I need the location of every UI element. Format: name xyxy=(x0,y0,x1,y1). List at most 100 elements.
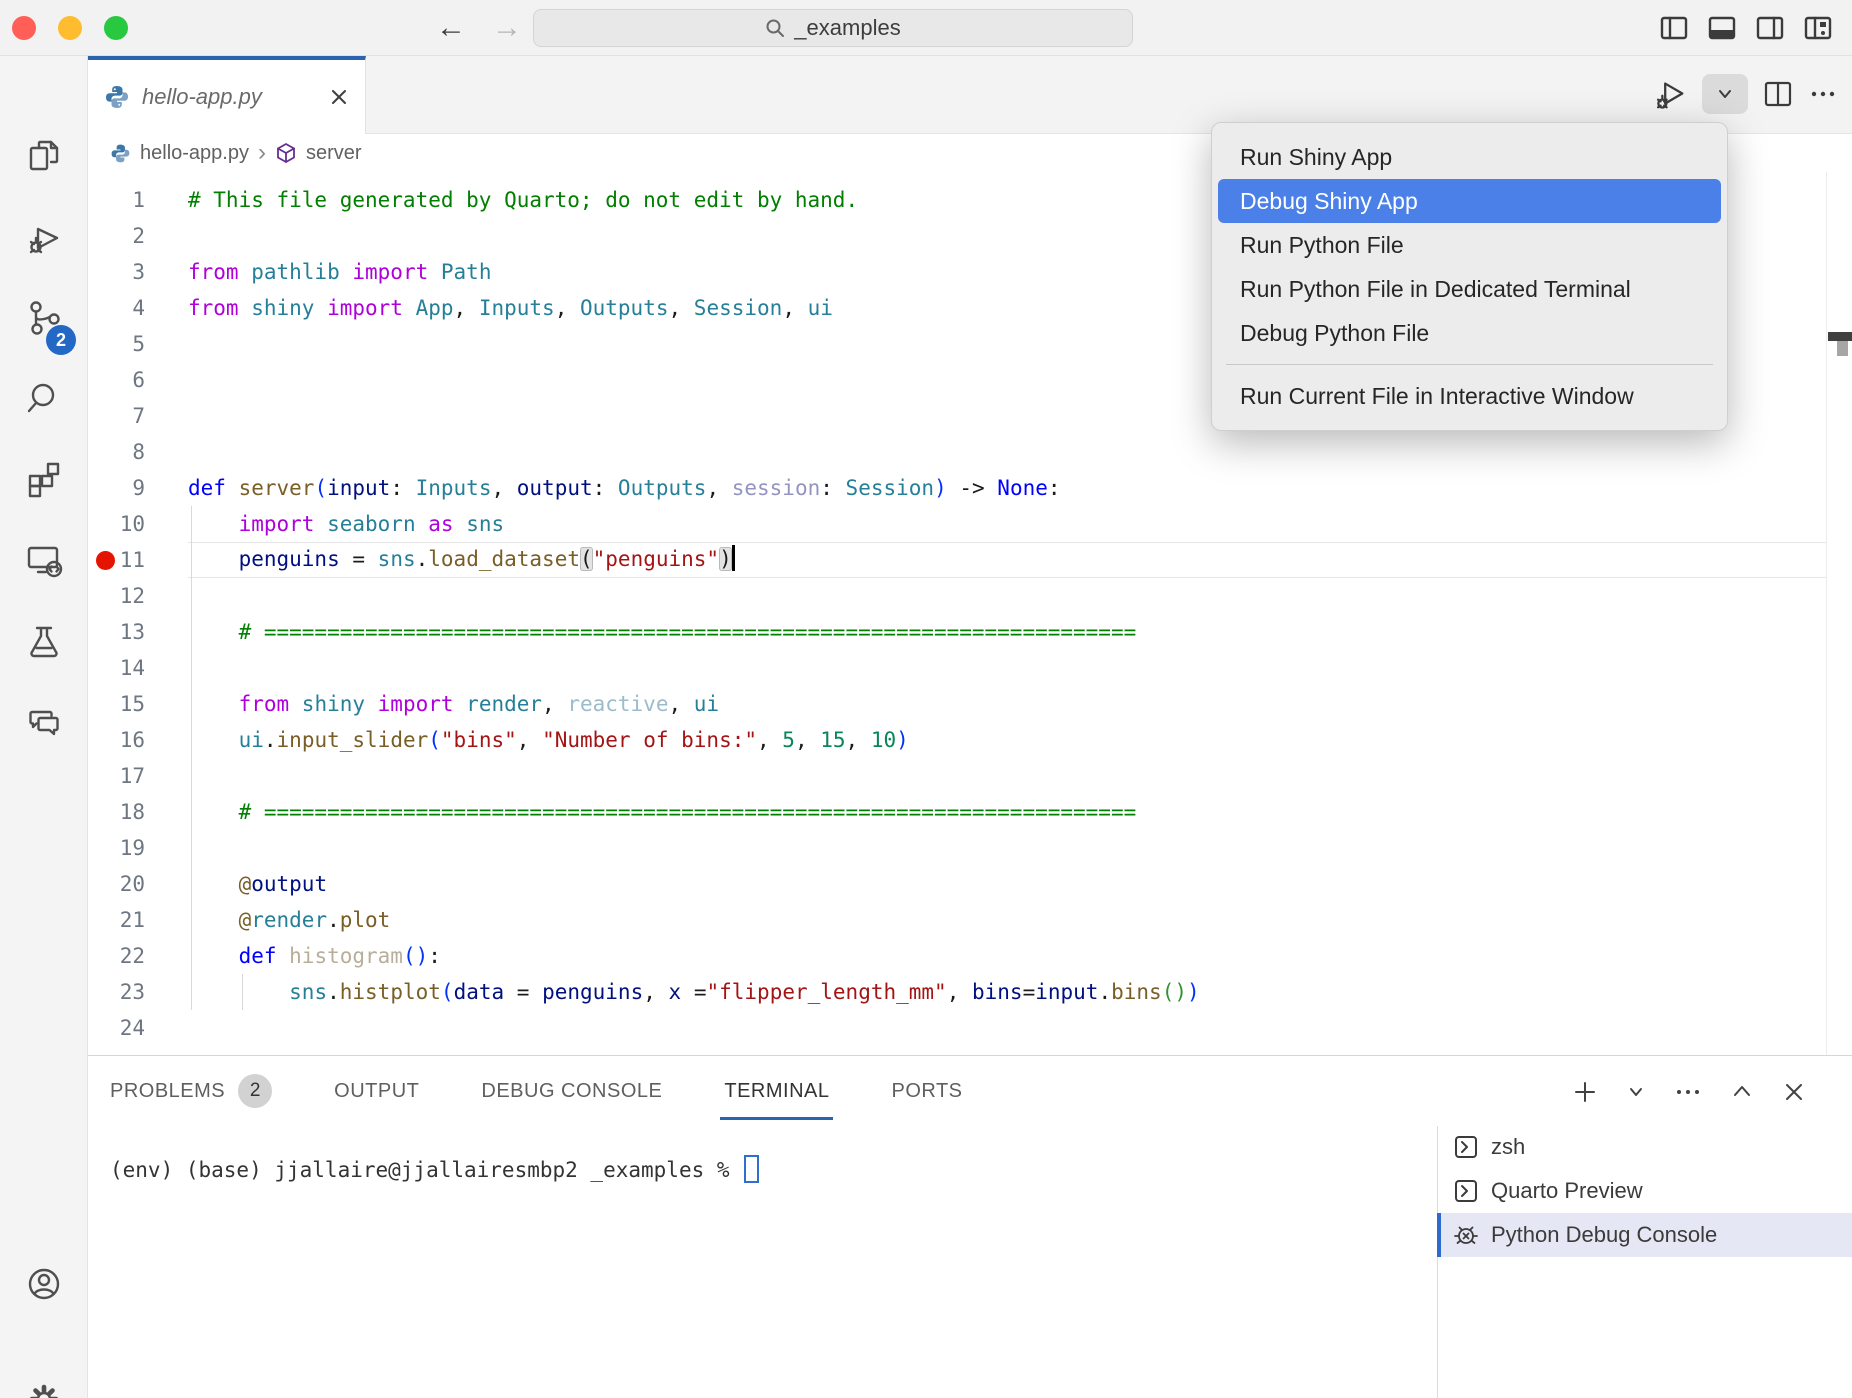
panel-tab-ports[interactable]: PORTS xyxy=(891,1056,962,1126)
terminal-list-item-zsh[interactable]: zsh xyxy=(1437,1125,1852,1169)
line-number[interactable]: 22 xyxy=(88,938,188,974)
line-number[interactable]: 2 xyxy=(88,218,188,254)
code-line-8[interactable]: 8 xyxy=(88,434,1826,470)
terminal-output[interactable]: (env) (base) jjallaire@jjallairesmbp2 _e… xyxy=(110,1152,759,1188)
breakpoint-dot[interactable] xyxy=(96,551,115,570)
terminal-launch-dropdown-icon[interactable] xyxy=(1626,1082,1646,1102)
line-number[interactable]: 7 xyxy=(88,398,188,434)
panel-tab-terminal[interactable]: TERMINAL xyxy=(724,1056,829,1126)
toggle-panel-icon[interactable] xyxy=(1706,12,1738,44)
breadcrumb-file[interactable]: hello-app.py xyxy=(140,142,249,165)
code-line-content: ui.input_slider("bins", "Number of bins:… xyxy=(188,722,1826,758)
menu-item-run-shiny-app[interactable]: Run Shiny App xyxy=(1212,135,1727,179)
run-dropdown-button[interactable] xyxy=(1702,74,1748,114)
scrollbar-handle[interactable] xyxy=(1837,341,1848,356)
run-and-debug-icon[interactable] xyxy=(24,217,64,257)
toggle-sidebar-icon[interactable] xyxy=(1658,12,1690,44)
close-window-button[interactable] xyxy=(12,16,36,40)
breadcrumb-symbol[interactable]: server xyxy=(306,142,362,165)
zoom-window-button[interactable] xyxy=(104,16,128,40)
line-number[interactable]: 3 xyxy=(88,254,188,290)
line-number[interactable]: 17 xyxy=(88,758,188,794)
line-number[interactable]: 6 xyxy=(88,362,188,398)
split-editor-icon[interactable] xyxy=(1762,78,1794,110)
navigate-forward-button[interactable]: → xyxy=(492,10,522,46)
close-tab-icon[interactable] xyxy=(329,87,349,107)
line-number[interactable]: 13 xyxy=(88,614,188,650)
settings-gear-icon[interactable] xyxy=(24,1379,64,1398)
explorer-icon[interactable] xyxy=(24,136,64,176)
menu-item-run-current-file-interactive-window[interactable]: Run Current File in Interactive Window xyxy=(1212,374,1727,418)
code-line-11[interactable]: 11 penguins = sns.load_dataset("penguins… xyxy=(88,542,1826,578)
menu-item-run-python-file-dedicated-terminal[interactable]: Run Python File in Dedicated Terminal xyxy=(1212,267,1727,311)
run-options-menu: Run Shiny App Debug Shiny App Run Python… xyxy=(1211,122,1728,431)
panel-tab-debug-console[interactable]: DEBUG CONSOLE xyxy=(481,1056,662,1126)
line-number[interactable]: 14 xyxy=(88,650,188,686)
remote-explorer-icon[interactable] xyxy=(24,541,64,581)
panel-tab-problems[interactable]: PROBLEMS 2 xyxy=(110,1056,272,1126)
code-line-13[interactable]: 13 # ===================================… xyxy=(88,614,1826,650)
customize-layout-icon[interactable] xyxy=(1802,12,1834,44)
code-line-23[interactable]: 23 sns.histplot(data = penguins, x ="fli… xyxy=(88,974,1826,1010)
menu-item-debug-shiny-app[interactable]: Debug Shiny App xyxy=(1218,179,1721,223)
line-number[interactable]: 24 xyxy=(88,1010,188,1046)
comments-icon[interactable] xyxy=(24,703,64,743)
extensions-icon[interactable] xyxy=(24,460,64,500)
code-line-24[interactable]: 24 xyxy=(88,1010,1826,1046)
line-number[interactable]: 10 xyxy=(88,506,188,542)
search-icon xyxy=(765,18,785,38)
code-line-14[interactable]: 14 xyxy=(88,650,1826,686)
close-panel-icon[interactable] xyxy=(1782,1080,1806,1104)
maximize-panel-icon[interactable] xyxy=(1730,1080,1754,1104)
command-center-search[interactable]: _examples xyxy=(533,9,1133,47)
indent-guide xyxy=(242,974,243,1010)
line-number[interactable]: 5 xyxy=(88,326,188,362)
terminal-list-item-quarto-preview[interactable]: Quarto Preview xyxy=(1437,1169,1852,1213)
testing-icon[interactable] xyxy=(24,622,64,662)
terminal-list-item-python-debug-console[interactable]: Python Debug Console xyxy=(1437,1213,1852,1257)
more-actions-icon[interactable] xyxy=(1808,79,1838,109)
line-number[interactable]: 1 xyxy=(88,182,188,218)
code-line-content: @output xyxy=(188,866,1826,902)
line-number[interactable]: 9 xyxy=(88,470,188,506)
line-number[interactable]: 12 xyxy=(88,578,188,614)
navigate-back-button[interactable]: ← xyxy=(436,10,466,46)
tab-hello-app[interactable]: hello-app.py xyxy=(88,56,366,134)
menu-separator xyxy=(1226,364,1713,365)
code-line-16[interactable]: 16 ui.input_slider("bins", "Number of bi… xyxy=(88,722,1826,758)
line-number[interactable]: 4 xyxy=(88,290,188,326)
code-line-21[interactable]: 21 @render.plot xyxy=(88,902,1826,938)
line-number[interactable]: 19 xyxy=(88,830,188,866)
code-line-17[interactable]: 17 xyxy=(88,758,1826,794)
line-number[interactable]: 15 xyxy=(88,686,188,722)
code-line-19[interactable]: 19 xyxy=(88,830,1826,866)
terminal-icon xyxy=(1453,1134,1479,1160)
terminal-list-label: Python Debug Console xyxy=(1491,1222,1717,1248)
code-line-15[interactable]: 15 from shiny import render, reactive, u… xyxy=(88,686,1826,722)
breadcrumb-separator: › xyxy=(258,139,266,167)
debug-run-icon[interactable] xyxy=(1650,75,1688,113)
minimize-window-button[interactable] xyxy=(58,16,82,40)
code-line-9[interactable]: 9def server(input: Inputs, output: Outpu… xyxy=(88,470,1826,506)
menu-item-debug-python-file[interactable]: Debug Python File xyxy=(1212,311,1727,355)
line-number[interactable]: 16 xyxy=(88,722,188,758)
line-number[interactable]: 20 xyxy=(88,866,188,902)
search-icon[interactable] xyxy=(24,379,64,419)
panel-tab-output[interactable]: OUTPUT xyxy=(334,1056,419,1126)
line-number[interactable]: 18 xyxy=(88,794,188,830)
code-line-22[interactable]: 22 def histogram(): xyxy=(88,938,1826,974)
code-line-18[interactable]: 18 # ===================================… xyxy=(88,794,1826,830)
code-line-20[interactable]: 20 @output xyxy=(88,866,1826,902)
code-line-10[interactable]: 10 import seaborn as sns xyxy=(88,506,1826,542)
menu-item-run-python-file[interactable]: Run Python File xyxy=(1212,223,1727,267)
account-icon[interactable] xyxy=(24,1264,64,1304)
code-line-content: # ======================================… xyxy=(188,794,1826,830)
panel-more-actions-icon[interactable] xyxy=(1674,1078,1702,1106)
code-line-content: # ======================================… xyxy=(188,614,1826,650)
line-number[interactable]: 21 xyxy=(88,902,188,938)
line-number[interactable]: 23 xyxy=(88,974,188,1010)
new-terminal-icon[interactable] xyxy=(1572,1079,1598,1105)
line-number[interactable]: 8 xyxy=(88,434,188,470)
code-line-12[interactable]: 12 xyxy=(88,578,1826,614)
toggle-secondary-sidebar-icon[interactable] xyxy=(1754,12,1786,44)
